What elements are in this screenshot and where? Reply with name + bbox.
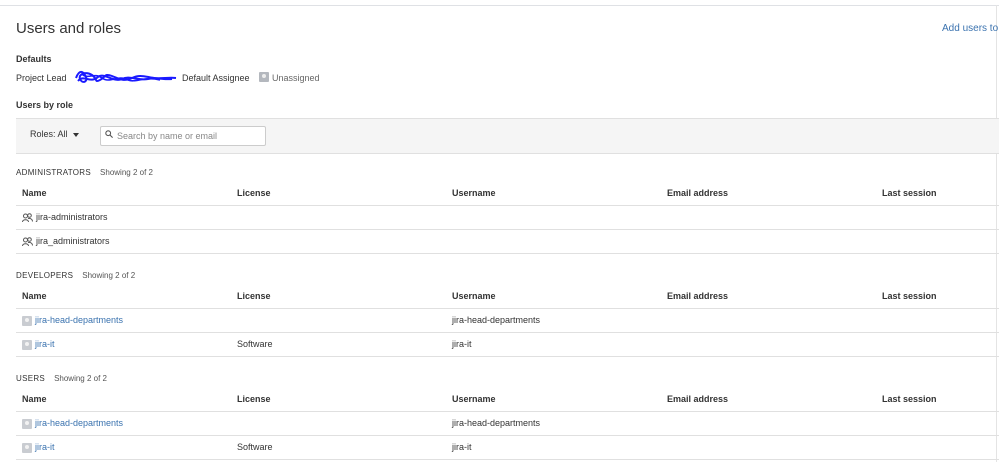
table-row: jira_administrators: [16, 230, 999, 254]
group-name: jira_administrators: [36, 236, 110, 246]
page-title: Users and roles: [16, 20, 122, 37]
users-by-role-heading: Users by role: [16, 100, 74, 110]
column-header-email[interactable]: Email address: [667, 388, 728, 411]
username-cell: jira-head-departments: [452, 315, 541, 325]
role-table: Name License Username Email address Last…: [16, 182, 999, 254]
role-table: Name License Username Email address Last…: [16, 285, 999, 357]
top-border: [0, 5, 999, 6]
column-header-username[interactable]: Username: [452, 388, 496, 411]
user-name-link[interactable]: jira-it: [35, 442, 55, 452]
table-row: jira-head-departments jira-head-departme…: [16, 309, 999, 333]
defaults-heading: Defaults: [16, 54, 52, 64]
redacted-project-lead: [75, 70, 177, 83]
section-title: DEVELOPERS: [16, 271, 74, 280]
role-table: Name License Username Email address Last…: [16, 388, 999, 460]
column-header-name[interactable]: Name: [22, 285, 47, 308]
section-users: USERS Showing 2 of 2 Name License Usernam…: [16, 374, 999, 460]
section-title: USERS: [16, 374, 46, 383]
section-title: ADMINISTRATORS: [16, 168, 92, 177]
user-name-link[interactable]: jira-it: [35, 339, 55, 349]
section-header: ADMINISTRATORS Showing 2 of 2: [16, 168, 999, 182]
section-administrators: ADMINISTRATORS Showing 2 of 2 Name Licens…: [16, 168, 999, 254]
column-header-username[interactable]: Username: [452, 285, 496, 308]
column-header-last-session[interactable]: Last session: [882, 388, 937, 411]
default-assignee-label: Default Assignee: [182, 73, 250, 83]
add-users-link[interactable]: Add users to a: [942, 23, 999, 34]
search-box[interactable]: [100, 126, 266, 146]
name-cell: jira_administrators: [22, 230, 110, 253]
column-header-last-session[interactable]: Last session: [882, 182, 937, 205]
section-count: Showing 2 of 2: [100, 168, 153, 177]
search-input[interactable]: [117, 129, 257, 142]
column-header-license[interactable]: License: [237, 182, 271, 205]
table-header-row: Name License Username Email address Last…: [16, 388, 999, 412]
section-header: USERS Showing 2 of 2: [16, 374, 999, 388]
column-header-last-session[interactable]: Last session: [882, 285, 937, 308]
license-cell: Software: [237, 442, 273, 452]
username-cell: jira-it: [452, 339, 472, 349]
table-header-row: Name License Username Email address Last…: [16, 285, 999, 309]
column-header-name[interactable]: Name: [22, 388, 47, 411]
column-header-email[interactable]: Email address: [667, 182, 728, 205]
name-cell: jira-head-departments: [22, 412, 123, 435]
user-name-link[interactable]: jira-head-departments: [35, 315, 123, 325]
user-avatar-icon: [22, 418, 32, 429]
filter-bar: Roles: All: [16, 118, 999, 154]
name-cell: jira-it: [22, 436, 55, 459]
user-avatar-icon: [22, 315, 32, 326]
column-header-name[interactable]: Name: [22, 182, 47, 205]
roles-filter-dropdown[interactable]: Roles: All: [30, 129, 80, 139]
project-lead-label: Project Lead: [16, 73, 67, 83]
group-icon: [22, 212, 33, 222]
column-header-username[interactable]: Username: [452, 182, 496, 205]
default-assignee-avatar-icon: [259, 72, 269, 82]
roles-filter-label: Roles: All: [30, 129, 68, 139]
name-cell: jira-it: [22, 333, 55, 356]
search-icon: [105, 130, 113, 138]
section-count: Showing 2 of 2: [82, 271, 136, 280]
project-lead-row: Project Lead: [16, 73, 67, 83]
table-row: jira-administrators: [16, 206, 999, 230]
section-developers: DEVELOPERS Showing 2 of 2 Name License Us…: [16, 271, 999, 357]
group-name: jira-administrators: [36, 212, 108, 222]
section-header: DEVELOPERS Showing 2 of 2: [16, 271, 999, 285]
user-name-link[interactable]: jira-head-departments: [35, 418, 123, 428]
section-count: Showing 2 of 2: [54, 374, 107, 383]
table-header-row: Name License Username Email address Last…: [16, 182, 999, 206]
column-header-license[interactable]: License: [237, 388, 271, 411]
column-header-license[interactable]: License: [237, 285, 271, 308]
column-header-email[interactable]: Email address: [667, 285, 728, 308]
name-cell: jira-administrators: [22, 206, 108, 229]
table-row: jira-head-departments jira-head-departme…: [16, 412, 999, 436]
user-avatar-icon: [22, 442, 32, 453]
group-icon: [22, 236, 33, 246]
username-cell: jira-head-departments: [452, 418, 541, 428]
license-cell: Software: [237, 339, 273, 349]
user-avatar-icon: [22, 339, 32, 350]
table-row: jira-it Software jira-it: [16, 436, 999, 460]
username-cell: jira-it: [452, 442, 472, 452]
default-assignee-value: Unassigned: [272, 73, 320, 83]
chevron-down-icon: [73, 132, 80, 137]
name-cell: jira-head-departments: [22, 309, 123, 332]
table-row: jira-it Software jira-it: [16, 333, 999, 357]
